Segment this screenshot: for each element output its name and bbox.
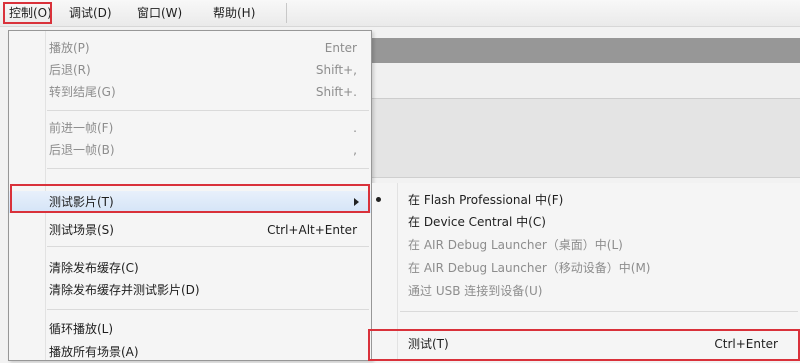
- submenu-item-air-mobile[interactable]: 在 AIR Debug Launcher（移动设备）中(M): [372, 257, 800, 279]
- menu-item-shortcut: .: [353, 121, 357, 135]
- timeline-header: [370, 38, 800, 63]
- submenu-item-air-desktop[interactable]: 在 AIR Debug Launcher（桌面）中(L): [372, 234, 800, 256]
- menu-item-label: 循环播放(L): [49, 322, 114, 336]
- menu-debug[interactable]: 调试(D): [66, 4, 115, 22]
- menu-divider: [47, 168, 369, 169]
- submenu-item-shortcut: Ctrl+Enter: [714, 337, 778, 351]
- menu-item-shortcut: Shift+,: [315, 63, 357, 77]
- radio-bullet-icon: [376, 197, 381, 202]
- submenu-item-label: 通过 USB 连接到设备(U): [408, 284, 543, 298]
- menu-item-label: 测试影片(T): [49, 195, 114, 209]
- submenu-item-label: 在 Device Central 中(C): [408, 215, 546, 229]
- menu-item-label: 转到结尾(G): [49, 85, 116, 99]
- submenu-item-label: 在 AIR Debug Launcher（桌面）中(L): [408, 238, 623, 252]
- control-menu: 播放(P) Enter 后退(R) Shift+, 转到结尾(G) Shift+…: [8, 30, 372, 361]
- panel-area: [370, 99, 800, 178]
- menu-item-label: 播放所有场景(A): [49, 345, 139, 359]
- menu-item-shortcut: Ctrl+Alt+Enter: [267, 223, 357, 237]
- menu-item-label: 清除发布缓存(C): [49, 261, 139, 275]
- menu-divider: [47, 110, 369, 111]
- menubar-divider: [286, 3, 287, 23]
- menu-item-label: 后退一帧(B): [49, 143, 115, 157]
- menu-control[interactable]: 控制(O): [6, 4, 55, 22]
- menu-item-step-backward[interactable]: 后退一帧(B) ,: [9, 139, 371, 161]
- menu-item-loop-playback[interactable]: 循环播放(L): [9, 318, 371, 340]
- menu-item-clear-publish-cache[interactable]: 清除发布缓存(C): [9, 257, 371, 279]
- menu-window[interactable]: 窗口(W): [134, 4, 185, 22]
- menu-item-shortcut: Shift+.: [315, 85, 357, 99]
- menu-item-test-movie[interactable]: 测试影片(T): [9, 191, 371, 213]
- menu-item-label: 后退(R): [49, 63, 91, 77]
- submenu-item-test[interactable]: 测试(T) Ctrl+Enter: [372, 333, 800, 355]
- submenu-item-label: 测试(T): [408, 337, 449, 351]
- menu-item-go-to-end[interactable]: 转到结尾(G) Shift+.: [9, 81, 371, 103]
- toolbar-area: [370, 63, 800, 99]
- menu-item-rewind[interactable]: 后退(R) Shift+,: [9, 59, 371, 81]
- menu-divider: [47, 309, 369, 310]
- submenu-item-flash-professional[interactable]: 在 Flash Professional 中(F): [372, 189, 800, 211]
- submenu-item-device-central[interactable]: 在 Device Central 中(C): [372, 211, 800, 233]
- menu-item-play[interactable]: 播放(P) Enter: [9, 37, 371, 59]
- test-movie-submenu: 在 Flash Professional 中(F) 在 Device Centr…: [371, 183, 800, 361]
- menu-help[interactable]: 帮助(H): [210, 4, 258, 22]
- menu-item-label: 播放(P): [49, 41, 90, 55]
- submenu-item-label: 在 Flash Professional 中(F): [408, 193, 564, 207]
- menu-item-label: 清除发布缓存并测试影片(D): [49, 283, 200, 297]
- menu-item-label: 测试场景(S): [49, 223, 114, 237]
- menu-item-test-scene[interactable]: 测试场景(S) Ctrl+Alt+Enter: [9, 219, 371, 241]
- menu-item-shortcut: ,: [353, 143, 357, 157]
- menu-divider: [47, 246, 369, 247]
- menu-item-play-all-scenes[interactable]: 播放所有场景(A): [9, 341, 371, 363]
- menu-item-label: 前进一帧(F): [49, 121, 114, 135]
- menu-bar: 控制(O) 调试(D) 窗口(W) 帮助(H): [0, 0, 800, 27]
- submenu-divider: [400, 311, 798, 312]
- submenu-arrow-icon: [354, 198, 359, 206]
- menu-item-step-forward[interactable]: 前进一帧(F) .: [9, 117, 371, 139]
- submenu-item-usb-device[interactable]: 通过 USB 连接到设备(U): [372, 280, 800, 302]
- submenu-item-label: 在 AIR Debug Launcher（移动设备）中(M): [408, 261, 651, 275]
- menu-item-shortcut: Enter: [324, 41, 357, 55]
- menu-item-clear-cache-and-test[interactable]: 清除发布缓存并测试影片(D): [9, 279, 371, 301]
